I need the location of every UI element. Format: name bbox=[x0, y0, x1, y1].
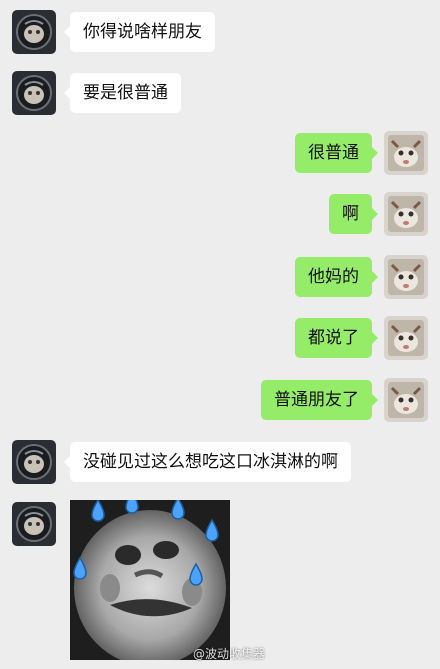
self-avatar[interactable] bbox=[384, 192, 428, 236]
message-bubble-incoming[interactable]: 没碰见过这么想吃这口冰淇淋的啊 bbox=[64, 442, 351, 482]
watermark: @波动收集器 bbox=[192, 647, 265, 661]
self-avatar[interactable] bbox=[384, 255, 428, 299]
contact-avatar[interactable] bbox=[12, 10, 56, 54]
message-bubble-outgoing[interactable]: 普通朋友了 bbox=[261, 380, 378, 420]
message-bubble-incoming[interactable]: 要是很普通 bbox=[64, 73, 181, 113]
contact-avatar[interactable] bbox=[12, 440, 56, 484]
message-bubble-outgoing[interactable]: 他妈的 bbox=[295, 257, 378, 297]
self-avatar[interactable] bbox=[384, 378, 428, 422]
message-bubble-incoming[interactable]: 你得说啥样朋友 bbox=[64, 12, 215, 52]
message-bubble-outgoing[interactable]: 啊 bbox=[329, 194, 378, 234]
contact-avatar[interactable] bbox=[12, 502, 56, 546]
contact-avatar[interactable] bbox=[12, 71, 56, 115]
chat-window: 你得说啥样朋友 要是很普通 很普通 啊 他妈的 都说了 普通朋友了 没碰见过这么… bbox=[0, 0, 440, 669]
message-bubble-outgoing[interactable]: 很普通 bbox=[295, 133, 378, 173]
self-avatar[interactable] bbox=[384, 316, 428, 360]
message-bubble-outgoing[interactable]: 都说了 bbox=[295, 318, 378, 358]
sticker-sweating-face[interactable] bbox=[70, 500, 230, 660]
sweating-face-image bbox=[70, 500, 230, 660]
self-avatar[interactable] bbox=[384, 131, 428, 175]
